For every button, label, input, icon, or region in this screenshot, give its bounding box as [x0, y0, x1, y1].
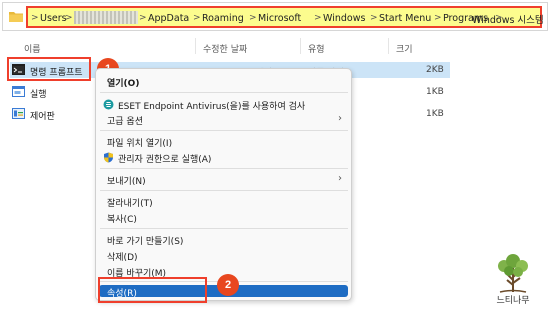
eset-icon [103, 99, 114, 110]
menu-item-open-file-location[interactable]: 파일 위치 열기(I) [96, 133, 351, 149]
file-size: 2KB [426, 65, 444, 75]
tree-logo: 느티나무 [496, 254, 530, 306]
menu-divider [100, 168, 348, 169]
breadcrumb-roaming[interactable]: Roaming [202, 13, 244, 24]
run-icon [12, 86, 25, 97]
breadcrumb-windows-system[interactable]: Windows 시스템 [472, 12, 544, 26]
column-divider [300, 38, 301, 54]
breadcrumb-appdata[interactable]: AppData [148, 13, 189, 24]
breadcrumb-separator: > [193, 13, 201, 23]
breadcrumb-windows[interactable]: Windows [323, 13, 365, 24]
breadcrumb-separator: > [65, 13, 73, 23]
logo-text: 느티나무 [496, 295, 529, 306]
address-bar[interactable]: > Users > > AppData > Roaming > Microsof… [2, 2, 548, 31]
shield-icon [104, 152, 113, 163]
menu-item-send-to[interactable]: 보내기(N) › [96, 171, 351, 187]
file-name: 제어판 [30, 112, 55, 122]
breadcrumb-separator: > [434, 13, 442, 23]
menu-divider [100, 228, 348, 229]
chevron-right-icon: › [338, 113, 342, 124]
menu-divider [100, 130, 348, 131]
menu-divider [100, 190, 348, 191]
column-divider [388, 38, 389, 54]
menu-item-label: 보내기(N) [107, 177, 146, 187]
menu-item-advanced-options[interactable]: 고급 옵션 › [96, 111, 351, 127]
menu-divider [100, 92, 348, 93]
menu-item-label: 복사(C) [107, 215, 137, 225]
breadcrumb-separator: > [314, 13, 322, 23]
menu-item-copy[interactable]: 복사(C) [96, 209, 351, 225]
column-header-modified[interactable]: 수정한 날짜 [203, 42, 247, 55]
breadcrumb-separator: > [249, 13, 257, 23]
column-header-size[interactable]: 크기 [396, 42, 413, 55]
menu-item-run-as-admin[interactable]: 관리자 권한으로 실행(A) [96, 149, 351, 165]
menu-item-open[interactable]: 열기(O) [96, 73, 351, 89]
file-name: 실행 [30, 90, 47, 100]
menu-item-label: 열기(O) [107, 79, 140, 89]
menu-item-cut[interactable]: 잘라내기(T) [96, 193, 351, 209]
chevron-right-icon: › [338, 173, 342, 184]
menu-item-label: 잘라내기(T) [107, 199, 153, 209]
step-badge-2: 2 [217, 274, 239, 296]
folder-icon [9, 12, 23, 22]
column-divider [195, 38, 196, 54]
control-panel-icon [12, 108, 25, 119]
selection-highlight-box [7, 57, 91, 81]
column-header-type[interactable]: 유형 [308, 42, 325, 55]
file-size: 1KB [426, 87, 444, 97]
context-menu: 열기(O) ESET Endpoint Antivirus(을)를 사용하여 검… [95, 68, 352, 301]
menu-item-label: 삭제(D) [107, 253, 138, 263]
menu-item-label: 관리자 권한으로 실행(A) [118, 155, 212, 165]
menu-item-create-shortcut[interactable]: 바로 가기 만들기(S) [96, 231, 351, 247]
column-header-name[interactable]: 이름 [24, 42, 41, 55]
breadcrumb-microsoft[interactable]: Microsoft [258, 13, 301, 24]
menu-item-label: 바로 가기 만들기(S) [107, 237, 184, 247]
breadcrumb-users[interactable]: Users [40, 13, 67, 24]
breadcrumb-separator: > [139, 13, 147, 23]
menu-item-label: 파일 위치 열기(I) [107, 139, 173, 149]
menu-item-eset-scan[interactable]: ESET Endpoint Antivirus(을)를 사용하여 검사 [96, 96, 351, 112]
breadcrumb-separator: > [31, 13, 39, 23]
file-size: 1KB [426, 109, 444, 119]
menu-item-delete[interactable]: 삭제(D) [96, 247, 351, 263]
menu-item-label: 고급 옵션 [107, 117, 143, 127]
breadcrumb-separator: > [370, 13, 378, 23]
properties-highlight-box [98, 277, 207, 303]
redacted-username [74, 11, 138, 24]
breadcrumb-start-menu[interactable]: Start Menu [379, 13, 431, 24]
